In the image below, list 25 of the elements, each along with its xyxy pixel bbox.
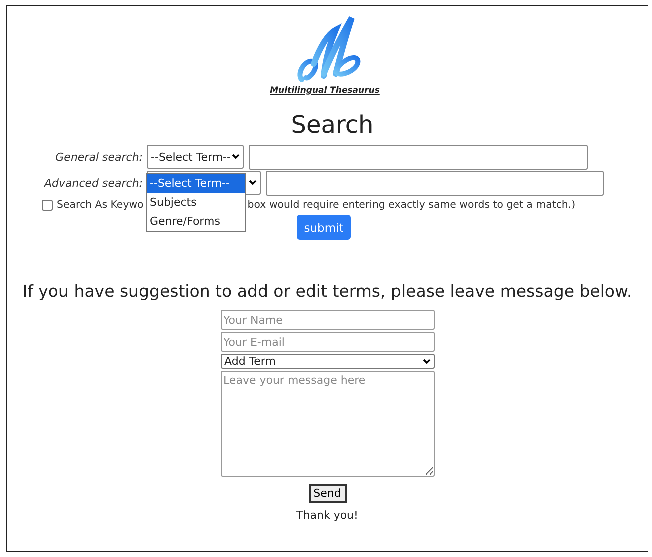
chevron-icon	[232, 154, 240, 160]
search-field[interactable]	[249, 144, 588, 170]
chevron-icon	[249, 180, 257, 186]
send-button[interactable]: Send	[308, 484, 346, 503]
message-field[interactable]: Leave your message here	[220, 371, 434, 477]
name-field[interactable]: Your Name	[220, 310, 434, 330]
suggestion-text: If you have suggestion to add or edit terms, please leave message below.	[22, 282, 634, 301]
logo-icon	[296, 14, 362, 84]
page-heading: Search	[290, 110, 375, 140]
field-label: Advanced search:	[43, 176, 143, 190]
logo-caption: Multilingual Thesaurus	[270, 86, 380, 96]
type-select[interactable]: Add Term	[220, 354, 434, 369]
thank-you-text: Thank you!	[296, 509, 358, 522]
dropdown-option[interactable]: --Select Term--	[147, 174, 245, 193]
search-field[interactable]	[266, 170, 604, 196]
submit-button[interactable]: submit	[297, 215, 351, 240]
chevron-icon	[422, 358, 430, 364]
checkbox-label: box would require entering exactly same words to get a match.)	[248, 200, 576, 210]
field-label: General search:	[54, 150, 143, 164]
checkbox-label: Search As Keywo	[57, 200, 144, 210]
dropdown-option[interactable]: Subjects	[147, 193, 245, 212]
email-field[interactable]: Your E-mail	[220, 332, 434, 352]
term-select[interactable]: --Select Term--	[147, 145, 244, 169]
dropdown-option[interactable]: Genre/Forms	[147, 212, 245, 231]
keyword-checkbox[interactable]	[42, 200, 53, 210]
